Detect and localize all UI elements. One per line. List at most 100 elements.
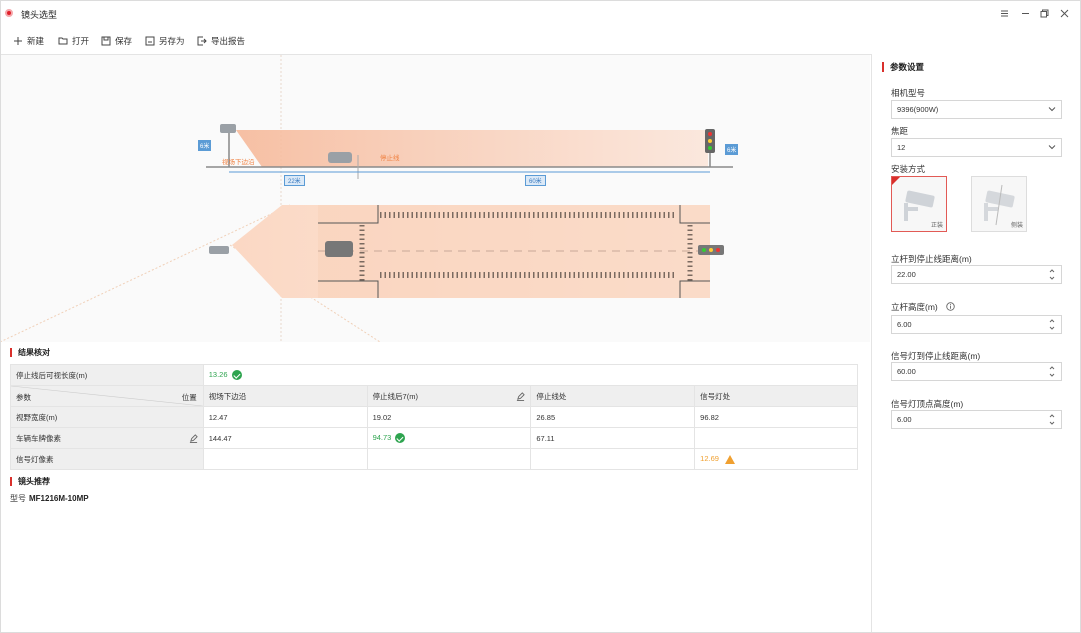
table-row: 视野宽度(m) 12.47 19.02 26.85 96.82 xyxy=(10,406,858,428)
menu-icon[interactable] xyxy=(997,6,1011,20)
edit-icon[interactable] xyxy=(516,392,526,401)
lens-model: 型号 MF1216M-10MP xyxy=(10,493,89,504)
new-label: 新建 xyxy=(27,36,45,46)
table-cell: 12.69 xyxy=(694,448,858,470)
pole-height-input[interactable]: 6.00 xyxy=(891,315,1062,334)
column-header-with-edit: 停止线后7(m) xyxy=(366,385,532,407)
table-cell: 67.11 xyxy=(530,427,696,449)
title-bar: 镜头选型 xyxy=(0,0,1081,26)
table-header-row: 参数 位置 视场下边沿 停止线后7(m) 停止线处 信号灯处 xyxy=(10,385,858,407)
car-top-icon xyxy=(325,241,353,257)
table-cell: 26.85 xyxy=(530,406,696,428)
spinner-icon[interactable] xyxy=(1049,413,1055,426)
export-icon xyxy=(197,36,207,46)
spinner-icon[interactable] xyxy=(1049,268,1055,281)
camera-model-label: 相机型号 xyxy=(891,88,926,98)
near-edge-label: 视场下边沿 xyxy=(222,159,255,166)
focal-label: 焦距 xyxy=(891,126,909,136)
signal-to-stop-label: 信号灯到停止线距离(m) xyxy=(891,351,981,361)
params-panel: 参数设置 相机型号 9396(900W) 焦距 12 安装方式 正装 侧装 立杆… xyxy=(871,54,1081,633)
column-header: 信号灯处 xyxy=(694,385,858,407)
cell-value: 94.73 xyxy=(372,432,392,442)
focal-select[interactable]: 12 xyxy=(891,138,1062,157)
camera-icon xyxy=(220,124,236,133)
distance-right-tag: 60米 xyxy=(525,175,546,186)
edit-icon[interactable] xyxy=(189,434,198,443)
row-label: 车辆车牌像素 xyxy=(16,433,61,443)
folder-icon xyxy=(58,37,68,45)
model-label: 型号 xyxy=(10,494,26,503)
spinner-icon[interactable] xyxy=(1049,318,1055,331)
table-cell: 144.47 xyxy=(202,427,368,449)
row-label: 信号灯像素 xyxy=(10,448,204,470)
table-row: 停止线后可视长度(m) 13.26 xyxy=(10,364,859,386)
export-report-button[interactable]: 导出报告 xyxy=(197,35,245,47)
mount-side-label: 侧装 xyxy=(1010,223,1023,229)
table-cell: 19.02 xyxy=(366,406,532,428)
row-label-with-edit: 车辆车牌像素 xyxy=(10,427,204,449)
params-title: 参数设置 xyxy=(882,62,924,72)
chevron-down-icon xyxy=(1048,107,1056,112)
save-as-icon xyxy=(145,36,155,46)
table-cell: 94.73 xyxy=(366,427,532,449)
signal-to-stop-input[interactable]: 60.00 xyxy=(891,362,1062,381)
results-title: 结果核对 xyxy=(10,348,50,357)
scene-diagram xyxy=(0,55,733,342)
table-cell xyxy=(694,427,858,449)
mount-label: 安装方式 xyxy=(891,164,926,174)
restore-icon[interactable] xyxy=(1037,6,1051,20)
save-as-button[interactable]: 另存为 xyxy=(145,35,185,47)
signal-height-tag: 6米 xyxy=(725,144,739,155)
cell-value: 12.69 xyxy=(700,454,719,464)
column-header: 停止线后7(m) xyxy=(372,391,418,401)
minimize-icon[interactable] xyxy=(1018,6,1032,20)
spinner-icon[interactable] xyxy=(1049,365,1055,378)
table-cell: 96.82 xyxy=(694,406,858,428)
new-button[interactable]: 新建 xyxy=(13,35,44,47)
visible-length-value: 13.26 xyxy=(208,369,228,379)
camera-top-icon xyxy=(209,246,229,254)
camera-model-select[interactable]: 9396(900W) xyxy=(891,100,1062,119)
stop-line-label: 停止线 xyxy=(380,155,400,162)
table-cell xyxy=(530,448,696,470)
app-logo-icon xyxy=(5,9,13,17)
window-title: 镜头选型 xyxy=(21,10,58,20)
table-cell xyxy=(366,448,532,470)
table-row: 信号灯像素 12.69 xyxy=(10,448,858,470)
pole-height-tag: 6米 xyxy=(198,140,212,151)
mount-front-option[interactable]: 正装 xyxy=(891,176,947,232)
visible-length-cell: 13.26 xyxy=(202,364,859,386)
pole-to-stop-value: 22.00 xyxy=(897,270,916,279)
pole-height-text: 立杆高度(m) xyxy=(891,302,938,312)
pole-to-stop-input[interactable]: 22.00 xyxy=(891,265,1062,284)
side-view-fov xyxy=(236,130,708,167)
param-header: 参数 xyxy=(16,393,31,402)
check-icon xyxy=(231,370,242,380)
visible-length-label: 停止线后可视长度(m) xyxy=(10,364,204,386)
position-header: 位置 xyxy=(181,393,197,402)
save-button[interactable]: 保存 xyxy=(101,35,132,47)
export-label: 导出报告 xyxy=(211,36,246,46)
check-icon xyxy=(395,433,406,443)
diagram-canvas: 6米 6米 视场下边沿 停止线 22米 60米 xyxy=(0,55,870,342)
column-header: 停止线处 xyxy=(530,385,696,407)
close-icon[interactable] xyxy=(1057,6,1071,20)
pole-to-stop-label: 立杆到停止线距离(m) xyxy=(891,254,972,264)
save-label: 保存 xyxy=(115,36,133,46)
mount-side-option[interactable]: 侧装 xyxy=(971,176,1027,232)
table-cell xyxy=(202,448,368,470)
column-header: 视场下边沿 xyxy=(202,385,368,407)
pole-height-value: 6.00 xyxy=(897,320,912,329)
plus-icon xyxy=(14,37,22,45)
signal-height-input[interactable]: 6.00 xyxy=(891,410,1062,429)
open-button[interactable]: 打开 xyxy=(58,35,89,47)
car-icon xyxy=(328,152,352,163)
signal-height-value: 6.00 xyxy=(897,415,912,424)
results-table: 停止线后可视长度(m) 13.26 参数 位置 视场下边沿 停止线后7(m) 停… xyxy=(10,364,859,470)
row-label: 视野宽度(m) xyxy=(10,406,204,428)
signal-height-label: 信号灯顶点高度(m) xyxy=(891,399,964,409)
info-icon[interactable] xyxy=(946,302,955,311)
focal-value: 12 xyxy=(897,143,906,152)
pole-height-label: 立杆高度(m) xyxy=(891,301,955,313)
camera-model-value: 9396(900W) xyxy=(897,105,939,114)
